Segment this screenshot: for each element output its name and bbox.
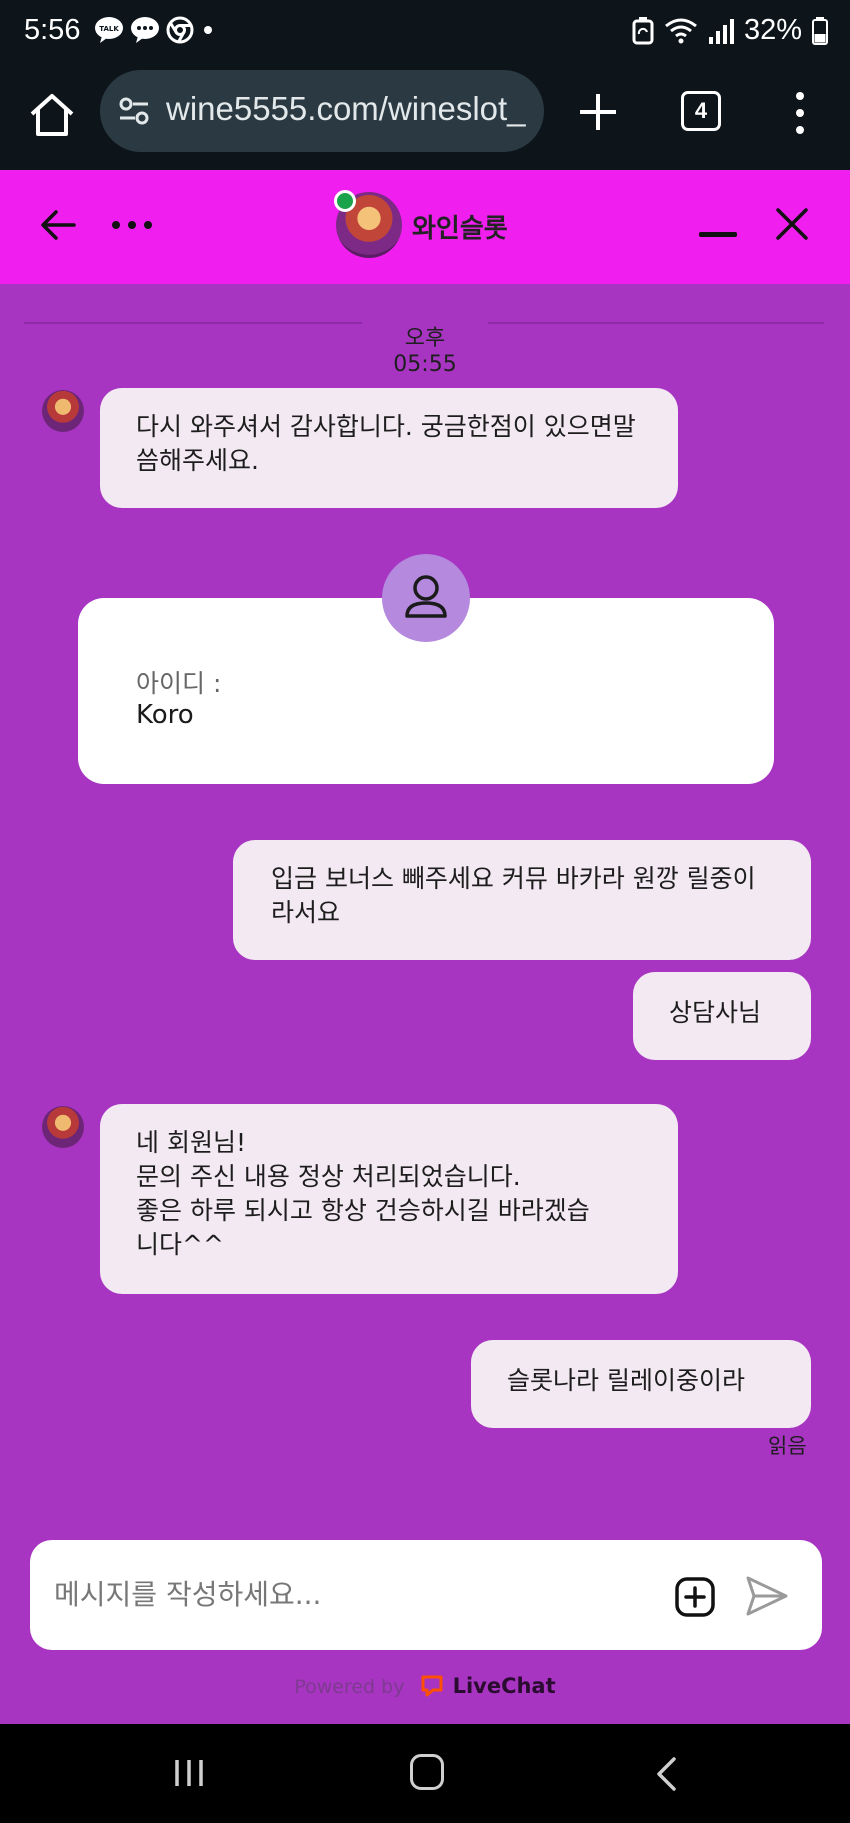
system-navigation-bar [0, 1724, 850, 1823]
battery-icon [812, 16, 828, 45]
new-tab-icon[interactable] [574, 88, 622, 136]
battery-percent: 32% [743, 14, 802, 46]
agent-message: 네 회원님! 문의 주신 내용 정상 처리되었습니다. 좋은 하루 되시고 항상… [100, 1104, 678, 1294]
online-status-dot [334, 190, 356, 212]
address-bar[interactable]: wine5555.com/wineslot_ [100, 70, 544, 152]
status-time: 5:56 [24, 14, 81, 46]
powered-by-text: Powered by [294, 1676, 405, 1698]
home-icon[interactable] [26, 90, 78, 142]
user-icon [382, 554, 470, 642]
notification-icons: TALK [94, 16, 216, 44]
message-text: 상담사님 [669, 998, 762, 1027]
tab-switcher-button[interactable]: 4 [681, 91, 721, 131]
user-message: 슬롯나라 릴레이중이라 [471, 1340, 811, 1428]
back-chevron-icon[interactable] [654, 1756, 678, 1792]
kakaotalk-icon: TALK [95, 17, 123, 43]
more-menu-icon[interactable] [786, 88, 814, 138]
powered-by-footer[interactable]: Powered by LiveChat [0, 1674, 850, 1698]
back-arrow-icon[interactable] [38, 205, 78, 245]
card-id-value: Koro [136, 700, 194, 730]
message-composer [30, 1540, 822, 1650]
minimize-icon[interactable] [699, 232, 737, 237]
agent-avatar-small [42, 1106, 84, 1148]
status-bar: 5:56 TALK 32% [0, 0, 850, 66]
message-line: 좋은 하루 되시고 항상 건승하시길 바라겠습 [136, 1196, 590, 1225]
chat-title: 와인슬롯 [412, 214, 508, 244]
livechat-logo-icon [421, 1675, 443, 1697]
chat-transcript[interactable]: 오후 05:55 다시 와주셔서 감사합니다. 궁금한점이 있으면말씀해주세요.… [0, 284, 850, 1724]
message-text: 슬롯나라 릴레이중이라 [507, 1366, 745, 1395]
message-timestamp: 오후 05:55 [362, 320, 488, 377]
message-text: 다시 와주셔서 감사합니다. 궁금한점이 있으면말씀해주세요. [136, 412, 636, 475]
browser-toolbar: wine5555.com/wineslot_ 4 [0, 66, 850, 170]
user-message: 상담사님 [633, 972, 811, 1060]
site-settings-icon[interactable] [118, 96, 150, 126]
chrome-icon [166, 16, 194, 44]
livechat-brand: LiveChat [452, 1674, 556, 1698]
svg-text:TALK: TALK [99, 25, 119, 33]
user-message: 입금 보너스 빼주세요 커뮤 바카라 원깡 릴중이라서요 [233, 840, 811, 960]
home-button-icon[interactable] [410, 1754, 444, 1790]
read-receipt: 읽음 [768, 1434, 807, 1458]
close-icon[interactable] [774, 206, 810, 242]
add-attachment-icon[interactable] [674, 1576, 716, 1618]
options-icon[interactable] [108, 208, 158, 242]
chat-header: 와인슬롯 [0, 170, 850, 284]
message-line: 니다^^ [136, 1230, 224, 1259]
card-id-label: 아이디 : [136, 669, 222, 698]
send-icon[interactable] [744, 1574, 790, 1618]
url-text[interactable]: wine5555.com/wineslot_ [166, 90, 536, 128]
recycle-icon [632, 16, 654, 44]
agent-avatar-small [42, 390, 84, 432]
message-text: 입금 보너스 빼주세요 커뮤 바카라 원깡 릴중이라서요 [271, 864, 756, 927]
message-line: 문의 주신 내용 정상 처리되었습니다. [136, 1162, 521, 1191]
message-input[interactable] [54, 1570, 634, 1618]
system-icons: 32% [632, 14, 828, 47]
recent-apps-icon[interactable] [172, 1758, 206, 1788]
message-line: 네 회원님! [136, 1128, 246, 1157]
signal-icon [708, 18, 734, 44]
dot-icon [204, 26, 212, 34]
agent-message: 다시 와주셔서 감사합니다. 궁금한점이 있으면말씀해주세요. [100, 388, 678, 508]
wifi-icon [665, 18, 697, 43]
chat-icon [131, 17, 159, 43]
